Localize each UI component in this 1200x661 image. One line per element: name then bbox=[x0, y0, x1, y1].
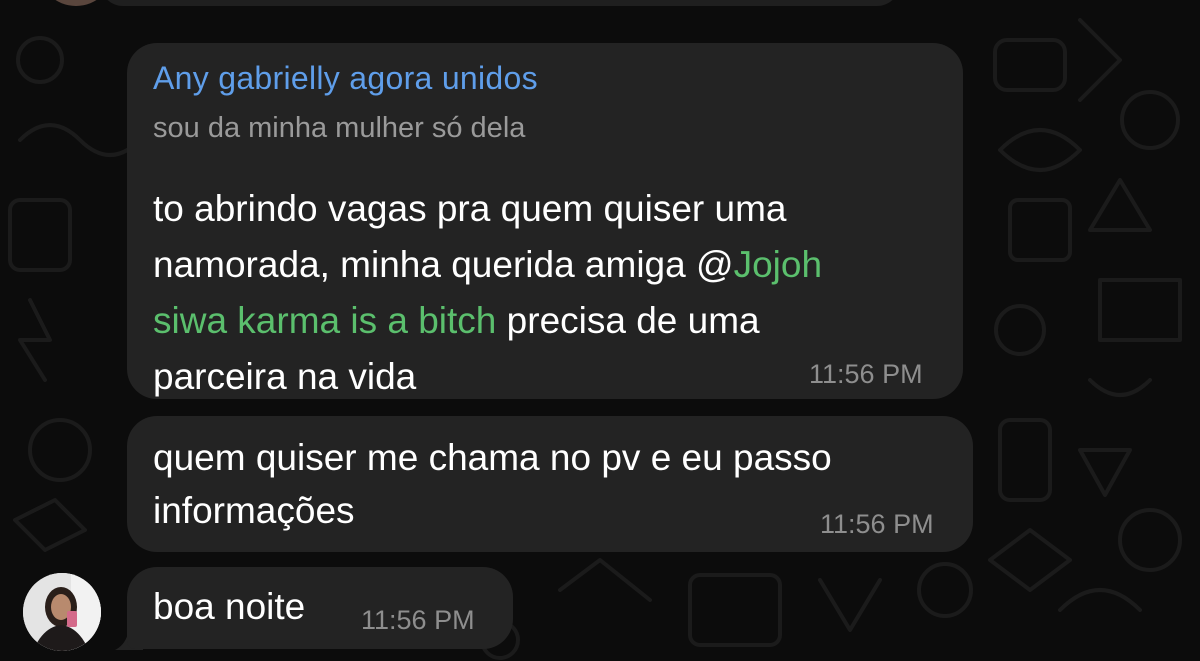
message-text-line: siwa karma is a bitch precisa de uma bbox=[153, 293, 760, 349]
message-text-line: namorada, minha querida amiga @Jojoh bbox=[153, 237, 822, 293]
message-timestamp: 11:56 PM bbox=[820, 509, 934, 539]
mention-at-symbol: @ bbox=[696, 244, 734, 285]
message-text-line: quem quiser me chama no pv e eu passo bbox=[153, 437, 832, 478]
sender-status: sou da minha mulher só dela bbox=[153, 112, 526, 144]
user-avatar[interactable] bbox=[23, 573, 101, 651]
message-text-line: to abrindo vagas pra quem quiser uma bbox=[153, 188, 787, 229]
message-text: precisa de uma bbox=[496, 300, 760, 341]
mention-link[interactable]: Jojoh bbox=[734, 244, 822, 285]
message-text-line: parceira na vida bbox=[153, 356, 417, 397]
message-timestamp: 11:56 PM bbox=[361, 605, 475, 635]
message-bubble[interactable]: Any gabrielly agora unidos sou da minha … bbox=[127, 43, 963, 399]
previous-message-bubble bbox=[100, 0, 900, 6]
mention-link[interactable]: siwa karma is a bitch bbox=[153, 300, 496, 341]
avatar-photo-icon bbox=[23, 573, 101, 651]
chat-background: Any gabrielly agora unidos sou da minha … bbox=[0, 0, 1200, 661]
message-text-line: boa noite bbox=[153, 586, 306, 627]
sender-name[interactable]: Any gabrielly agora unidos bbox=[153, 60, 538, 97]
message-bubble[interactable]: quem quiser me chama no pv e eu passo in… bbox=[127, 416, 973, 552]
message-text: namorada, minha querida amiga bbox=[153, 244, 696, 285]
message-timestamp: 11:56 PM bbox=[809, 359, 923, 389]
message-text-line: informações bbox=[153, 490, 355, 531]
message-bubble[interactable]: boa noite 11:56 PM bbox=[127, 567, 513, 649]
